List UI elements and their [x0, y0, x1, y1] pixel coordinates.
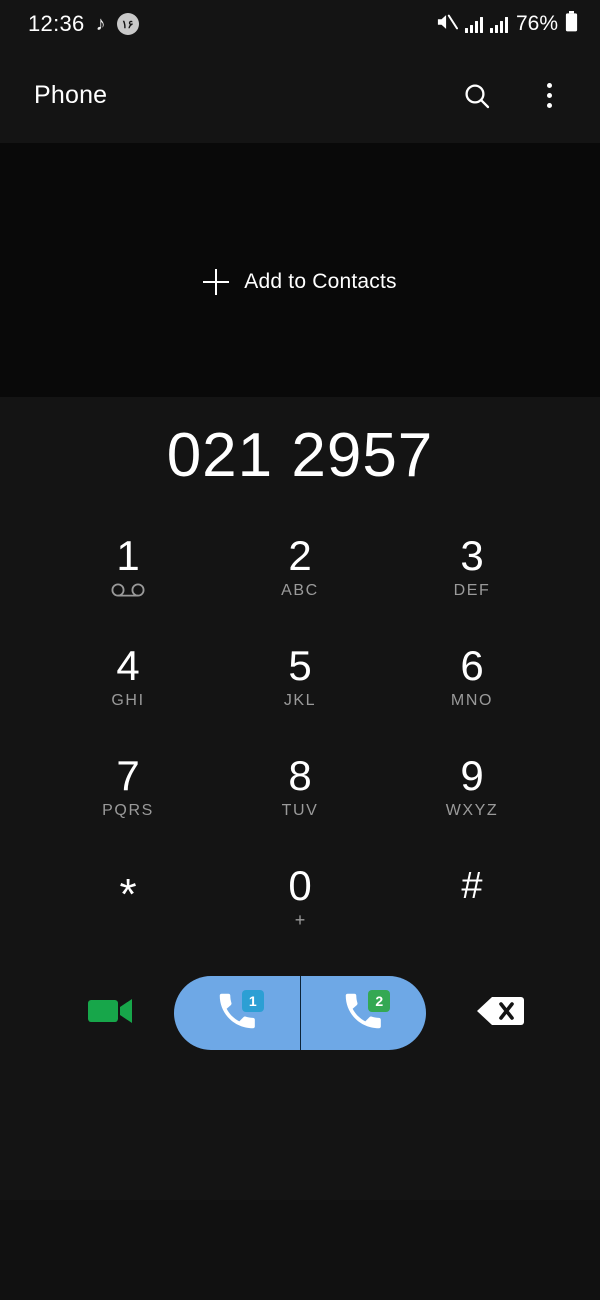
- dialpad-key-3-letters: DEF: [453, 581, 491, 599]
- dialpad-key-9-letters: WXYZ: [445, 801, 499, 819]
- call-button-sim2[interactable]: 2: [299, 976, 427, 1050]
- dialpad-key-hash-digit: #: [461, 865, 483, 908]
- system-navigation-bar: [0, 1200, 600, 1300]
- dialpad: 1 2 ABC 3 DEF 4 GHI 5 JKL 6 MNO 7 PQRS 8…: [0, 513, 600, 953]
- dialpad-key-hash[interactable]: #: [386, 843, 558, 953]
- backspace-button[interactable]: [472, 992, 528, 1034]
- status-bar-right: 76%: [436, 11, 578, 37]
- dialpad-key-8-letters: TUV: [281, 801, 319, 819]
- dialpad-key-2[interactable]: 2 ABC: [214, 513, 386, 623]
- dialpad-key-star[interactable]: *: [42, 843, 214, 953]
- app-bar-actions: [460, 79, 566, 113]
- dialpad-key-7-digit: 7: [116, 752, 140, 800]
- dialpad-key-6-digit: 6: [460, 642, 484, 690]
- sim2-badge: 2: [368, 990, 391, 1012]
- status-bar: 12:36 ♪ ۱۶ 76%: [0, 0, 600, 48]
- add-to-contacts-button[interactable]: Add to Contacts: [203, 167, 397, 397]
- dialpad-key-0[interactable]: 0 +: [214, 843, 386, 953]
- add-to-contacts-label: Add to Contacts: [244, 270, 397, 293]
- dialpad-key-9-digit: 9: [460, 752, 484, 800]
- dialpad-key-6[interactable]: 6 MNO: [386, 623, 558, 733]
- dialpad-key-7-letters: PQRS: [102, 801, 154, 819]
- kebab-dots: [546, 83, 552, 108]
- app-bar: Phone: [0, 48, 600, 143]
- dialpad-key-3-digit: 3: [460, 532, 484, 580]
- volume-mute-icon: [436, 12, 458, 37]
- dialpad-key-1-digit: 1: [116, 532, 140, 580]
- dialpad-key-9[interactable]: 9 WXYZ: [386, 733, 558, 843]
- dialpad-key-8[interactable]: 8 TUV: [214, 733, 386, 843]
- status-clock: 12:36: [28, 11, 85, 36]
- signal-bars-sim2-icon: [489, 16, 508, 33]
- dialpad-key-4-digit: 4: [116, 642, 140, 690]
- dialpad-key-3[interactable]: 3 DEF: [386, 513, 558, 623]
- dialpad-key-star-digit: *: [119, 870, 137, 919]
- dialpad-key-5[interactable]: 5 JKL: [214, 623, 386, 733]
- dialpad-key-2-digit: 2: [288, 532, 312, 580]
- contacts-suggestion-panel: Add to Contacts: [0, 143, 600, 397]
- video-camera-icon: [88, 995, 134, 1032]
- dialer-action-bar: 1 2: [0, 953, 600, 1073]
- call-button-sim1[interactable]: 1: [174, 976, 300, 1050]
- voicemail-icon: [110, 581, 146, 601]
- dial-pane: 021 2957 1 2 ABC 3 DEF 4 GHI 5 JKL 6 MNO…: [0, 397, 600, 1200]
- dialpad-key-2-letters: ABC: [281, 581, 319, 599]
- status-bar-left: 12:36 ♪ ۱۶: [28, 11, 139, 37]
- music-note-icon: ♪: [95, 13, 106, 35]
- app-badge-icon: ۱۶: [116, 13, 139, 35]
- dialpad-key-0-plus: +: [294, 910, 306, 931]
- call-buttons-group: 1 2: [174, 976, 426, 1050]
- battery-icon: [565, 11, 578, 37]
- dialpad-key-4[interactable]: 4 GHI: [42, 623, 214, 733]
- dialpad-key-1[interactable]: 1: [42, 513, 214, 623]
- sim1-badge: 1: [241, 990, 264, 1012]
- dialpad-key-6-letters: MNO: [450, 691, 494, 709]
- dialpad-key-5-letters: JKL: [283, 691, 317, 709]
- dialpad-key-5-digit: 5: [288, 642, 312, 690]
- dialpad-key-7[interactable]: 7 PQRS: [42, 733, 214, 843]
- battery-percent-label: 76%: [515, 12, 558, 35]
- dialed-number-display[interactable]: 021 2957: [0, 397, 600, 513]
- video-call-button[interactable]: [85, 991, 137, 1035]
- signal-bars-sim1-icon: [464, 16, 483, 33]
- dialpad-key-0-digit: 0: [288, 862, 312, 910]
- page-title: Phone: [34, 81, 108, 109]
- dialpad-key-4-letters: GHI: [111, 691, 145, 709]
- phone-dialer-screen: 12:36 ♪ ۱۶ 76% Phone Add to Contacts 021…: [0, 0, 600, 1300]
- dialed-number-text: 021 2957: [166, 420, 434, 490]
- backspace-icon: [475, 994, 525, 1033]
- search-icon[interactable]: [460, 79, 494, 113]
- dialpad-key-8-digit: 8: [288, 752, 312, 800]
- more-options-icon[interactable]: [532, 79, 566, 113]
- plus-icon: [203, 269, 230, 295]
